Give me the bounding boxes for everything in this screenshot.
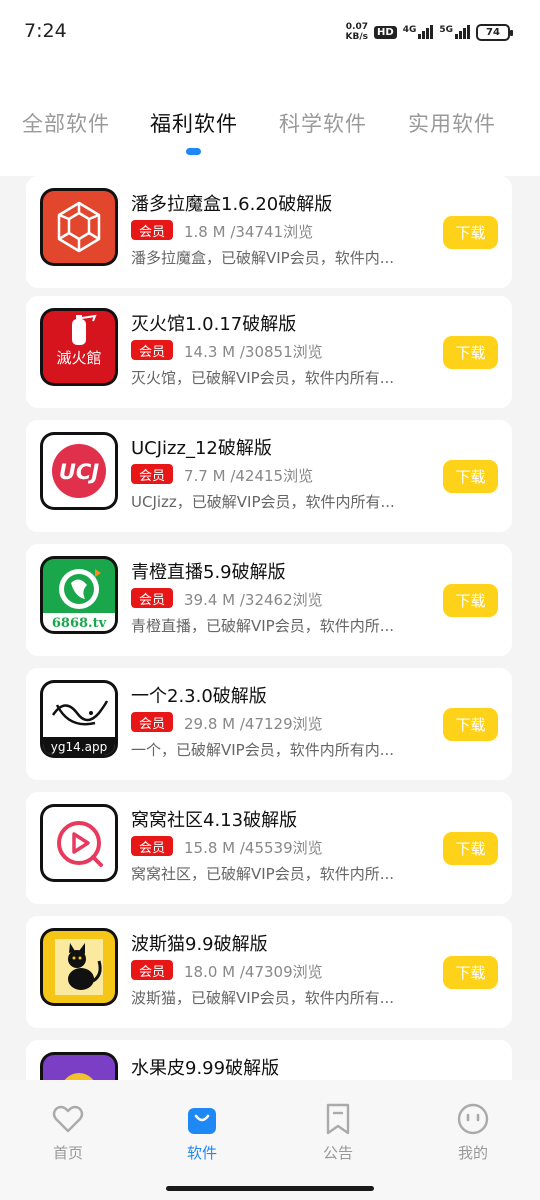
app-title: 水果皮9.99破解版 — [131, 1058, 280, 1079]
nav-announcement[interactable]: 公告 — [303, 1102, 373, 1163]
app-title: UCJizz_12破解版 — [131, 438, 272, 459]
tab-utility-software[interactable]: 实用软件 — [408, 108, 496, 138]
bookmark-icon — [326, 1103, 350, 1135]
download-button[interactable]: 下载 — [443, 336, 498, 369]
download-button[interactable]: 下载 — [443, 832, 498, 865]
app-description: UCJizz，已破解VIP会员，软件内所有... — [131, 493, 395, 511]
vip-badge: 会员 — [131, 960, 173, 980]
home-indicator[interactable] — [166, 1186, 374, 1191]
app-title: 一个2.3.0破解版 — [131, 686, 267, 707]
category-tabs: 全部软件 福利软件 科学软件 实用软件 — [0, 64, 540, 176]
app-title: 波斯猫9.9破解版 — [131, 934, 268, 955]
app-meta: 39.4 M /32462浏览 — [184, 591, 323, 609]
network-speed: 0.07 KB/s — [345, 22, 369, 42]
app-description: 潘多拉魔盒，已破解VIP会员，软件内... — [131, 249, 395, 267]
list-item[interactable]: 窝窝社区4.13破解版 会员 15.8 M /45539浏览 窝窝社区，已破解V… — [26, 792, 512, 904]
tab-welfare-software[interactable]: 福利软件 — [150, 108, 238, 138]
app-description: 一个，已破解VIP会员，软件内所有内... — [131, 741, 395, 759]
app-description: 窝窝社区，已破解VIP会员，软件内所... — [131, 865, 395, 883]
vip-badge: 会员 — [131, 588, 173, 608]
list-item[interactable]: 潘多拉魔盒1.6.20破解版 会员 1.8 M /34741浏览 潘多拉魔盒，已… — [26, 176, 512, 288]
smiley-icon — [457, 1103, 489, 1135]
status-time: 7:24 — [24, 20, 67, 42]
nav-software[interactable]: 软件 — [167, 1102, 237, 1163]
line-drawing-icon: yg14.app — [40, 680, 118, 758]
app-title: 潘多拉魔盒1.6.20破解版 — [131, 194, 333, 215]
nav-mine[interactable]: 我的 — [438, 1102, 508, 1163]
signal-4g-icon: 4G — [403, 25, 434, 39]
fire-extinguisher-icon: 滅火館 — [40, 308, 118, 386]
svg-text:6868.tv: 6868.tv — [52, 616, 107, 631]
app-title: 青橙直播5.9破解版 — [131, 562, 286, 583]
app-description: 波斯猫，已破解VIP会员，软件内所有... — [131, 989, 395, 1007]
list-item[interactable]: 滅火館 灭火馆1.0.17破解版 会员 14.3 M /30851浏览 灭火馆，… — [26, 296, 512, 408]
fruit-peel-icon — [40, 1052, 118, 1080]
vip-badge: 会员 — [131, 464, 173, 484]
list-item[interactable]: 水果皮9.99破解版 下载 — [26, 1040, 512, 1080]
pandora-box-icon — [40, 188, 118, 266]
bottom-navigation: 首页 软件 公告 我的 — [0, 1080, 540, 1200]
app-meta: 14.3 M /30851浏览 — [184, 343, 323, 361]
black-cat-icon — [40, 928, 118, 1006]
list-item[interactable]: 6868.tv 青橙直播5.9破解版 会员 39.4 M /32462浏览 青橙… — [26, 544, 512, 656]
download-button[interactable]: 下载 — [443, 584, 498, 617]
ucj-logo-icon: UCJ — [40, 432, 118, 510]
vip-badge: 会员 — [131, 340, 173, 360]
heart-icon — [52, 1105, 84, 1133]
active-tab-indicator — [186, 148, 201, 155]
signal-5g-icon: 5G — [439, 25, 470, 39]
list-item[interactable]: UCJ UCJizz_12破解版 会员 7.7 M /42415浏览 UCJiz… — [26, 420, 512, 532]
svg-text:滅火館: 滅火館 — [56, 349, 101, 367]
app-meta: 7.7 M /42415浏览 — [184, 467, 314, 485]
app-list[interactable]: 潘多拉魔盒1.6.20破解版 会员 1.8 M /34741浏览 潘多拉魔盒，已… — [0, 176, 540, 1080]
app-meta: 15.8 M /45539浏览 — [184, 839, 323, 857]
tab-all-software[interactable]: 全部软件 — [22, 108, 110, 138]
shopping-bag-icon — [188, 1108, 216, 1134]
app-meta: 29.8 M /47129浏览 — [184, 715, 323, 733]
download-button[interactable]: 下载 — [443, 460, 498, 493]
app-meta: 1.8 M /34741浏览 — [184, 223, 314, 241]
app-title: 窝窝社区4.13破解版 — [131, 810, 298, 831]
app-description: 灭火馆，已破解VIP会员，软件内所有... — [131, 369, 395, 387]
download-button[interactable]: 下载 — [443, 216, 498, 249]
status-icons: 0.07 KB/s HD 4G 5G 74 — [345, 22, 513, 42]
vip-badge: 会员 — [131, 220, 173, 240]
battery-icon: 74 — [476, 23, 513, 41]
download-button[interactable]: 下载 — [443, 708, 498, 741]
tab-science-software[interactable]: 科学软件 — [279, 108, 367, 138]
svg-text:yg14.app: yg14.app — [51, 740, 107, 754]
vip-badge: 会员 — [131, 836, 173, 856]
download-button[interactable]: 下载 — [443, 956, 498, 989]
app-description: 青橙直播，已破解VIP会员，软件内所... — [131, 617, 395, 635]
nav-home[interactable]: 首页 — [33, 1102, 103, 1163]
app-title: 灭火馆1.0.17破解版 — [131, 314, 297, 335]
svg-text:UCJ: UCJ — [59, 460, 99, 484]
list-item[interactable]: 波斯猫9.9破解版 会员 18.0 M /47309浏览 波斯猫，已破解VIP会… — [26, 916, 512, 1028]
green-globe-icon: 6868.tv — [40, 556, 118, 634]
list-item[interactable]: yg14.app 一个2.3.0破解版 会员 29.8 M /47129浏览 一… — [26, 668, 512, 780]
play-circle-icon — [40, 804, 118, 882]
status-bar: 7:24 0.07 KB/s HD 4G 5G 74 — [0, 0, 540, 64]
vip-badge: 会员 — [131, 712, 173, 732]
app-meta: 18.0 M /47309浏览 — [184, 963, 323, 981]
hd-icon: HD — [374, 25, 397, 39]
